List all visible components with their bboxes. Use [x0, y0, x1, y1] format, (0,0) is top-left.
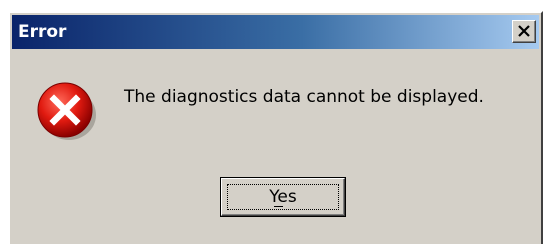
- yes-button[interactable]: Yes: [220, 177, 346, 217]
- error-message: The diagnostics data cannot be displayed…: [124, 87, 484, 107]
- title-bar[interactable]: Error: [12, 15, 539, 49]
- close-button[interactable]: [512, 20, 536, 43]
- error-icon: [37, 82, 96, 140]
- window-title: Error: [18, 22, 67, 42]
- yes-button-label: Yes: [269, 187, 297, 207]
- accelerator-underline: [274, 206, 283, 207]
- error-dialog: Error The diagnostics data cannot be dis…: [8, 11, 543, 244]
- close-icon: [518, 25, 530, 37]
